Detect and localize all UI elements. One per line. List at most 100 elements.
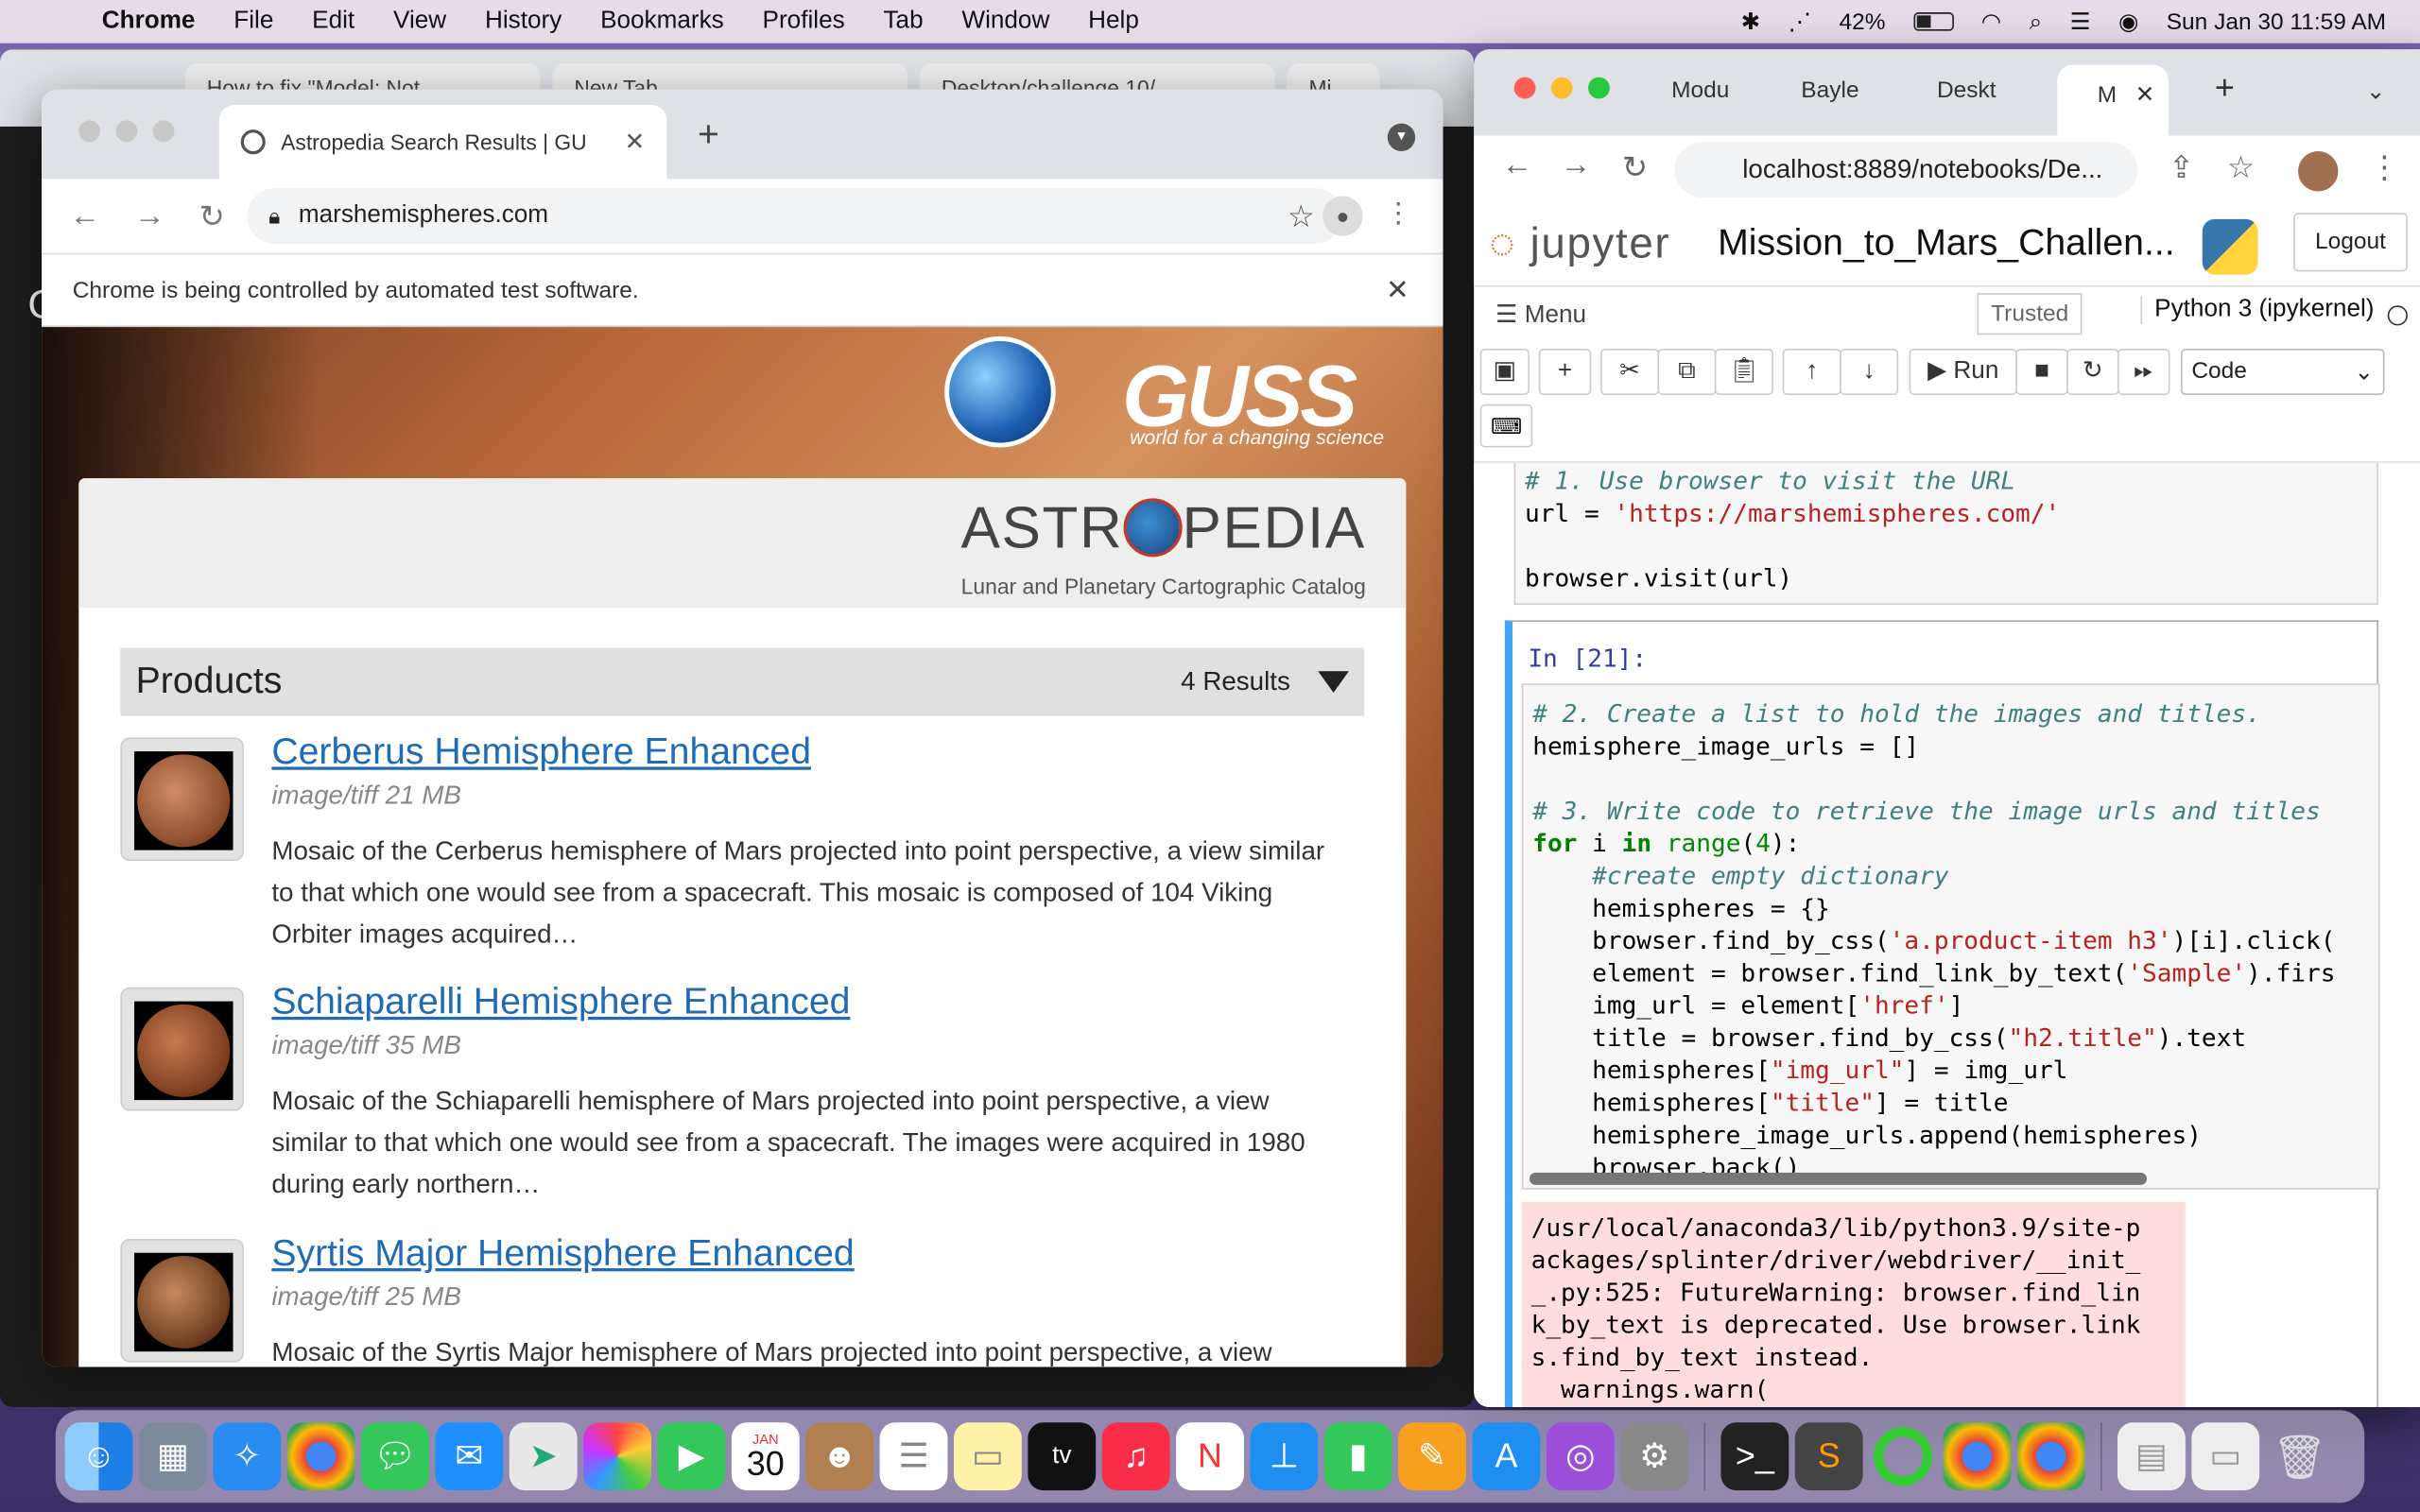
tab-module[interactable]: Modu (1671, 77, 1749, 104)
menu-clock[interactable]: Sun Jan 30 11:59 AM (2167, 9, 2386, 35)
chrome-icon[interactable] (2016, 1422, 2085, 1491)
back-arrow-icon[interactable]: ← (69, 198, 100, 234)
messages-icon[interactable]: 💬︎ (361, 1422, 429, 1491)
globe-logo[interactable] (944, 335, 1056, 448)
tab-desktop[interactable]: Deskt (1937, 77, 2014, 104)
avatar[interactable] (2298, 150, 2339, 192)
keyboard-shortcuts-icon[interactable]: ⌨ (1479, 404, 1533, 448)
facetime-icon[interactable]: ▶ (657, 1422, 726, 1491)
logout-button[interactable]: Logout (2293, 213, 2408, 272)
product-title-link[interactable]: Cerberus Hemisphere Enhanced (271, 731, 811, 775)
products-bar[interactable]: Products 4 Results (120, 647, 1365, 716)
news-icon[interactable]: N (1176, 1422, 1244, 1491)
maximize-window-button[interactable] (1587, 77, 1610, 99)
appletv-icon[interactable]: tv (1028, 1422, 1097, 1491)
kernel-name[interactable]: Python 3 (ipykernel) (2140, 296, 2375, 324)
code-editor[interactable]: # 2. Create a list to hold the images an… (1521, 683, 2380, 1190)
jupyter-app-icon[interactable] (1869, 1422, 1937, 1491)
menu-button[interactable]: ☰ Menu (1495, 300, 1586, 331)
calendar-icon[interactable]: JAN 30 (731, 1422, 800, 1491)
code-cell-previous[interactable]: # 1. Use browser to visit the URL url = … (1513, 462, 2378, 605)
run-button[interactable]: ▶ Run (1909, 348, 2017, 395)
finder-icon[interactable]: ☺ (64, 1422, 133, 1491)
bookmark-star-icon[interactable]: ☆ (2227, 148, 2255, 187)
tab-astropedia[interactable]: Astropedia Search Results | GU ✕ (218, 105, 667, 180)
close-tab-icon[interactable]: ✕ (625, 127, 646, 158)
menu-tab[interactable]: Tab (883, 8, 923, 35)
keynote-icon[interactable]: ⊥ (1250, 1422, 1319, 1491)
trusted-indicator[interactable]: Trusted (1977, 293, 2083, 335)
new-tab-button[interactable]: + (2215, 68, 2235, 108)
address-bar[interactable]: localhost:8889/notebooks/De... (1674, 142, 2138, 198)
document-stack-icon[interactable]: ▤ (2117, 1422, 2186, 1491)
collapse-triangle-icon[interactable] (1318, 671, 1349, 694)
app-store-icon[interactable]: A (1472, 1422, 1541, 1491)
wifi-icon[interactable]: ◠ (1981, 8, 2001, 36)
back-arrow-icon[interactable]: ← (1502, 148, 1533, 184)
copy-icon[interactable]: ⧉ (1657, 348, 1717, 395)
cut-icon[interactable]: ✂ (1600, 348, 1660, 395)
menu-profiles[interactable]: Profiles (763, 8, 845, 35)
move-down-icon[interactable]: ↓ (1840, 348, 1899, 395)
menu-window[interactable]: Window (961, 8, 1049, 35)
pages-icon[interactable]: ✎ (1398, 1422, 1467, 1491)
minimize-window-button[interactable] (115, 120, 138, 143)
infobar-close-icon[interactable]: ✕ (1386, 274, 1409, 306)
menu-help[interactable]: Help (1088, 8, 1139, 35)
chrome-icon[interactable] (1943, 1422, 2012, 1491)
paste-icon[interactable]: 📋︎ (1714, 348, 1773, 395)
maximize-window-button[interactable] (152, 120, 175, 143)
reload-icon[interactable]: ↻ (1622, 148, 1648, 187)
battery-icon[interactable] (1912, 12, 1954, 31)
product-title-link[interactable]: Schiaparelli Hemisphere Enhanced (271, 981, 850, 1024)
terminal-icon[interactable]: >_ (1720, 1422, 1789, 1491)
forward-arrow-icon[interactable]: → (1561, 148, 1592, 184)
product-thumbnail[interactable] (120, 1239, 244, 1363)
product-title-link[interactable]: Syrtis Major Hemisphere Enhanced (271, 1232, 854, 1276)
maps-icon[interactable]: ➤ (509, 1422, 578, 1491)
numbers-icon[interactable]: ▮ (1323, 1422, 1392, 1491)
bookmark-star-icon[interactable]: ☆ (1288, 197, 1315, 235)
product-thumbnail[interactable] (120, 987, 244, 1111)
bluetooth-icon[interactable]: ✱ (1741, 8, 1761, 36)
safari-icon[interactable]: ✧ (213, 1422, 282, 1491)
tab-search-icon[interactable]: ⌄ (2366, 77, 2386, 105)
forward-arrow-icon[interactable]: → (134, 198, 165, 234)
close-window-button[interactable] (78, 120, 101, 143)
podcasts-icon[interactable]: ◎ (1546, 1422, 1615, 1491)
save-icon[interactable]: ▣ (1479, 348, 1530, 395)
new-tab-button[interactable]: + (698, 114, 719, 158)
product-thumbnail[interactable] (120, 737, 244, 862)
menu-bookmarks[interactable]: Bookmarks (600, 8, 724, 35)
insert-cell-button[interactable]: + (1538, 348, 1592, 395)
tab-search-icon[interactable]: ▾ (1387, 123, 1416, 151)
photos-icon[interactable] (583, 1422, 651, 1491)
tab-github[interactable]: Bayle (1801, 77, 1878, 104)
tab-mission-to-mars[interactable]: M ✕ (2057, 64, 2169, 136)
close-window-button[interactable] (1513, 77, 1536, 99)
cell-type-select[interactable]: Code ⌄ (2180, 348, 2385, 395)
menu-file[interactable]: File (233, 8, 273, 35)
menu-history[interactable]: History (485, 8, 562, 35)
close-tab-icon[interactable]: ✕ (2135, 82, 2155, 109)
contacts-icon[interactable]: ☻ (805, 1422, 874, 1491)
menu-edit[interactable]: Edit (312, 8, 354, 35)
notes-icon[interactable]: ▭ (953, 1422, 1022, 1491)
mail-icon[interactable]: ✉ (435, 1422, 504, 1491)
lock-icon[interactable]: 🔒︎ (268, 203, 280, 230)
restart-icon[interactable]: ↻ (2066, 348, 2119, 395)
reminders-icon[interactable]: ☰ (879, 1422, 948, 1491)
code-cell-selected[interactable]: In [21]: # 2. Create a list to hold the … (1504, 620, 2380, 1407)
siri-icon[interactable]: ◉ (2118, 8, 2138, 36)
browser-menu-icon[interactable]: ⋮ (2369, 148, 2400, 187)
menu-view[interactable]: View (393, 8, 446, 35)
music-icon[interactable]: ♫ (1101, 1422, 1170, 1491)
trash-icon[interactable]: 🗑︎ (2266, 1422, 2334, 1490)
menu-app-chrome[interactable]: Chrome (102, 8, 196, 35)
sublime-text-icon[interactable]: S (1794, 1422, 1863, 1491)
notebook-title[interactable]: Mission_to_Mars_Challen... (1718, 222, 2174, 266)
control-center-icon[interactable]: ☰ (2070, 8, 2091, 36)
fast-forward-icon[interactable]: ⏩︎ (2117, 348, 2170, 395)
network-activity-icon[interactable]: ⋰ (1789, 8, 1811, 36)
address-bar[interactable]: 🔒︎ marshemispheres.com ☆ (247, 188, 1343, 244)
